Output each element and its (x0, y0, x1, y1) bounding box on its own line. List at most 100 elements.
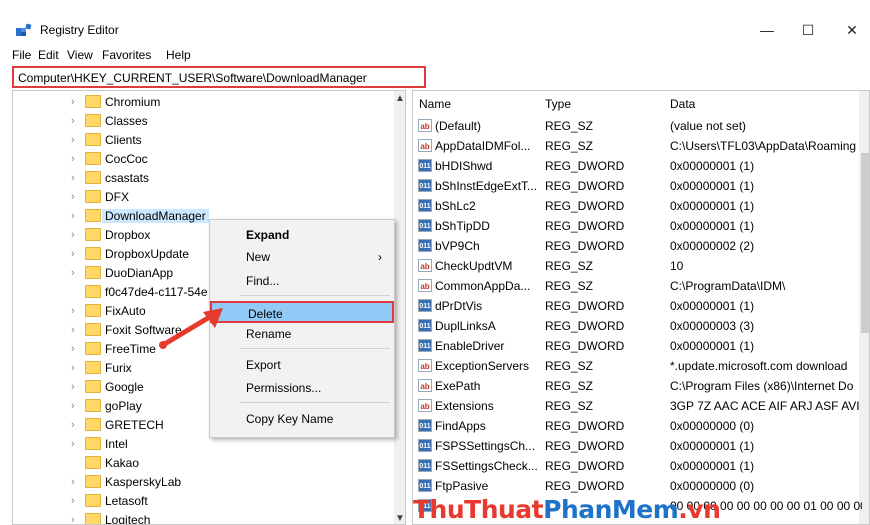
context-menu-item-export[interactable]: Export (210, 354, 394, 376)
value-row[interactable]: 011 bShLc2 REG_DWORD 0x00000001 (1) (413, 196, 859, 216)
value-name: DuplLinksA (435, 319, 496, 333)
watermark-part1: ThuThuat (413, 495, 544, 524)
context-menu-item-permissions[interactable]: Permissions... (210, 377, 394, 399)
value-row[interactable]: ab Extensions REG_SZ 3GP 7Z AAC ACE AIF ARJ… (413, 396, 862, 416)
menu-help[interactable]: Help (166, 48, 191, 62)
scroll-up-icon[interactable]: ▲ (395, 93, 405, 104)
chevron-right-icon[interactable]: › (71, 306, 81, 317)
value-row[interactable]: 011 bShInstEdgeExtT... REG_DWORD 0x00000001… (413, 176, 859, 196)
tree-item[interactable]: › Clients (13, 131, 393, 150)
address-bar[interactable]: Computer\HKEY_CURRENT_USER\Software\Down… (12, 66, 426, 88)
tree-item[interactable]: › Classes (13, 112, 393, 131)
chevron-right-icon[interactable]: › (71, 249, 81, 260)
tree-item[interactable]: › KasperskyLab (13, 473, 393, 492)
value-name: bShTipDD (435, 219, 490, 233)
tree-scrollbar[interactable]: ▲ ▼ (394, 91, 405, 524)
chevron-right-icon[interactable]: › (71, 135, 81, 146)
string-value-icon: ab (418, 279, 432, 292)
value-row[interactable]: 011 dPrDtVis REG_DWORD 0x00000001 (1) (413, 296, 859, 316)
tree-item[interactable]: › csastats (13, 169, 393, 188)
folder-icon (85, 304, 101, 317)
tree-item[interactable]: › Chromium (13, 93, 393, 112)
chevron-right-icon[interactable]: › (71, 230, 81, 241)
value-row[interactable]: ab ExceptionServers REG_SZ *.update.microso… (413, 356, 859, 376)
chevron-right-icon[interactable]: › (71, 363, 81, 374)
menu-edit[interactable]: Edit (38, 48, 59, 62)
value-row[interactable]: ab CommonAppDa... REG_SZ C:\ProgramData\IDM… (413, 276, 859, 296)
chevron-right-icon[interactable]: › (71, 477, 81, 488)
column-header-type[interactable]: Type (545, 97, 571, 111)
value-row[interactable]: 011 FindApps REG_DWORD 0x00000000 (0) (413, 416, 859, 436)
chevron-right-icon[interactable]: › (71, 173, 81, 184)
chevron-right-icon[interactable]: › (71, 116, 81, 127)
chevron-right-icon[interactable]: › (71, 325, 81, 336)
watermark-part3: .vn (678, 495, 721, 524)
tree-item-label: Kakao (105, 456, 140, 470)
value-row[interactable]: ab (Default) REG_SZ (value not set) (413, 116, 859, 136)
value-row[interactable]: 011 FtpPasive REG_DWORD 0x00000000 (0) (413, 476, 859, 496)
chevron-right-icon[interactable]: › (71, 420, 81, 431)
value-data: 0x00000003 (3) (670, 319, 755, 333)
tree-item-label: FixAuto (105, 304, 146, 318)
value-row[interactable]: ab ExePath REG_SZ C:\Program Files (x86)\In… (413, 376, 859, 396)
column-header-data[interactable]: Data (670, 97, 695, 111)
menu-separator (240, 348, 390, 349)
context-menu-item-rename[interactable]: Rename (210, 323, 394, 345)
tree-item[interactable]: Kakao (13, 454, 393, 473)
value-row[interactable]: 011 FSSettingsCheck... REG_DWORD 0x00000001… (413, 456, 859, 476)
value-data: 0x00000002 (2) (670, 239, 755, 253)
chevron-right-icon[interactable]: › (71, 192, 81, 203)
folder-icon (85, 285, 101, 298)
chevron-right-icon[interactable]: › (71, 439, 81, 450)
folder-icon (85, 361, 101, 374)
menu-file[interactable]: File (12, 48, 31, 62)
value-name: CheckUpdtVM (435, 259, 513, 273)
context-menu-item-delete[interactable]: Delete (210, 301, 394, 323)
minimize-button[interactable]: — (757, 20, 777, 40)
chevron-right-icon[interactable]: › (71, 515, 81, 525)
value-type: REG_DWORD (545, 159, 625, 173)
maximize-button[interactable]: ☐ (798, 20, 818, 40)
value-row[interactable]: 011 bVP9Ch REG_DWORD 0x00000002 (2) (413, 236, 859, 256)
tree-item[interactable]: › Logitech (13, 511, 393, 525)
value-name: FSPSSettingsCh... (435, 439, 536, 453)
chevron-right-icon[interactable]: › (71, 97, 81, 108)
folder-icon (85, 266, 101, 279)
context-menu-item-expand[interactable]: Expand (210, 224, 394, 246)
value-row[interactable]: 011 DuplLinksA REG_DWORD 0x00000003 (3) (413, 316, 859, 336)
context-menu-item-new[interactable]: New › (210, 246, 394, 268)
tree-item[interactable]: › Letasoft (13, 492, 393, 511)
menu-bar: File Edit View Favorites Help (0, 46, 870, 64)
context-menu-item-find[interactable]: Find... (210, 270, 394, 292)
value-row[interactable]: 011 bShTipDD REG_DWORD 0x00000001 (1) (413, 216, 859, 236)
tree-item[interactable]: › DFX (13, 188, 393, 207)
menu-view[interactable]: View (67, 48, 93, 62)
binary-value-icon: 011 (418, 299, 432, 312)
folder-icon (85, 494, 101, 507)
value-row[interactable]: ab AppDataIDMFol... REG_SZ C:\Users\TFL03\A… (413, 136, 859, 156)
value-type: REG_DWORD (545, 319, 625, 333)
chevron-right-icon[interactable]: › (71, 401, 81, 412)
scroll-thumb[interactable] (861, 153, 869, 333)
value-row[interactable]: 011 bHDIShwd REG_DWORD 0x00000001 (1) (413, 156, 859, 176)
chevron-right-icon[interactable]: › (71, 496, 81, 507)
chevron-right-icon[interactable]: › (71, 382, 81, 393)
column-header-name[interactable]: Name (419, 97, 451, 111)
value-row[interactable]: 011 EnableDriver REG_DWORD 0x00000001 (1) (413, 336, 859, 356)
value-row[interactable]: 011 FSPSSettingsCh... REG_DWORD 0x00000001 … (413, 436, 859, 456)
chevron-right-icon[interactable]: › (71, 344, 81, 355)
context-menu-label: Find... (246, 274, 280, 288)
scroll-down-icon[interactable]: ▼ (395, 513, 405, 524)
value-type: REG_DWORD (545, 219, 625, 233)
value-row[interactable]: ab CheckUpdtVM REG_SZ 10 (413, 256, 859, 276)
context-menu-item-copy-key-name[interactable]: Copy Key Name (210, 408, 394, 430)
menu-favorites[interactable]: Favorites (102, 48, 151, 62)
value-data: *.update.microsoft.com download (670, 359, 848, 373)
tree-item[interactable]: › CocCoc (13, 150, 393, 169)
menu-separator (240, 295, 390, 296)
chevron-right-icon[interactable]: › (71, 268, 81, 279)
close-button[interactable]: ✕ (842, 20, 862, 40)
chevron-right-icon[interactable]: › (71, 154, 81, 165)
tree-item-label: Intel (105, 437, 128, 451)
chevron-right-icon[interactable]: › (71, 211, 81, 222)
